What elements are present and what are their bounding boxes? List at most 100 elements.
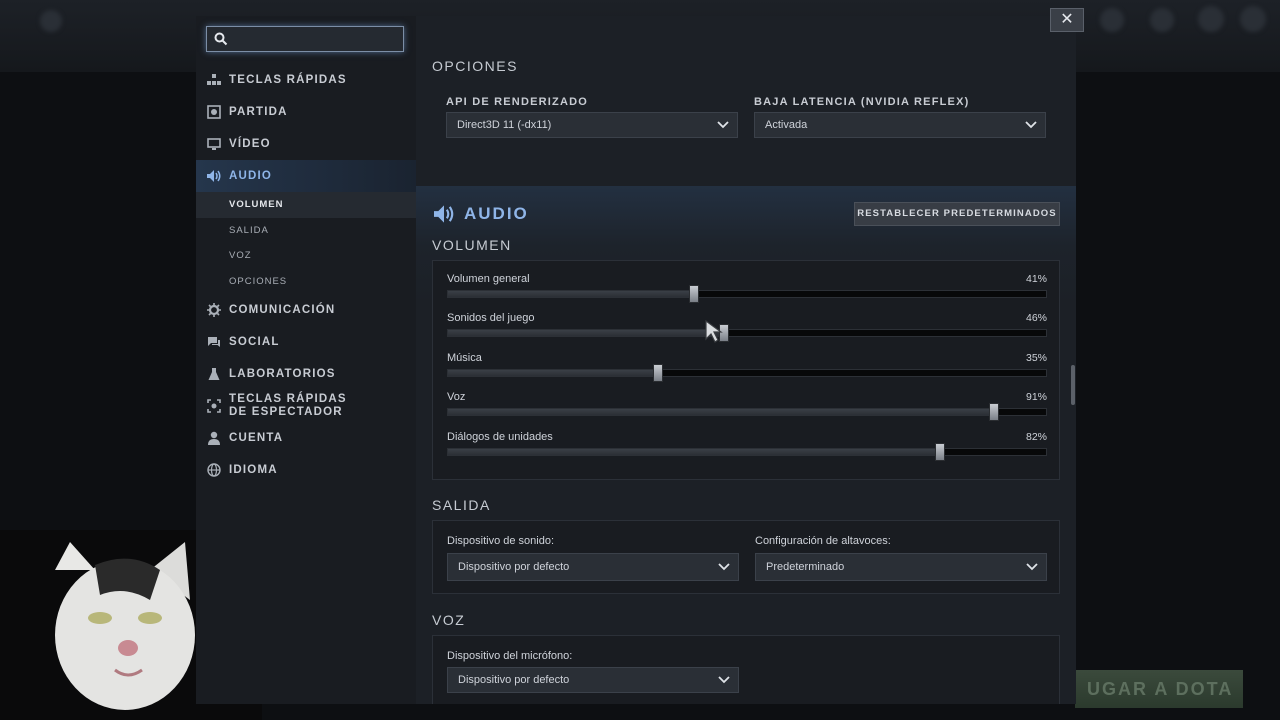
settings-content: OPCIONES API DE RENDERIZADO Direct3D 11 … xyxy=(416,16,1076,704)
content-scrollbar[interactable] xyxy=(1071,365,1075,405)
volume-section-title: VOLUMEN xyxy=(432,237,512,253)
background-icon xyxy=(1198,6,1224,32)
volume-slider-row: Sonidos del juego 46% xyxy=(447,312,1047,352)
spectator-icon xyxy=(206,398,222,414)
volume-slider-track[interactable] xyxy=(447,324,1047,343)
output-section-title: SALIDA xyxy=(432,497,491,513)
settings-sidebar: TECLAS RÁPIDAS PARTIDA VÍDEO AUDIO VOLUM… xyxy=(196,16,416,704)
nav-item-communication[interactable]: COMUNICACIÓN xyxy=(196,294,416,326)
settings-nav: TECLAS RÁPIDAS PARTIDA VÍDEO AUDIO VOLUM… xyxy=(196,64,416,486)
volume-slider-track[interactable] xyxy=(447,403,1047,422)
volume-slider-fill xyxy=(448,369,658,376)
game-icon xyxy=(206,104,222,120)
globe-icon xyxy=(206,462,222,478)
volume-slider-value: 46% xyxy=(1025,312,1047,325)
search-field[interactable] xyxy=(206,26,404,52)
sound-device-value: Dispositivo por defecto xyxy=(458,561,570,573)
chevron-down-icon xyxy=(718,676,730,684)
speaker-icon xyxy=(206,168,222,184)
nav-item-game[interactable]: PARTIDA xyxy=(196,96,416,128)
background-icon xyxy=(1100,8,1124,32)
nav-item-account[interactable]: CUENTA xyxy=(196,422,416,454)
voice-box: Dispositivo del micrófono: Dispositivo p… xyxy=(432,635,1060,704)
nav-item-label: LABORATORIOS xyxy=(229,368,336,380)
sound-device-label: Dispositivo de sonido: xyxy=(447,535,555,547)
nav-subitem-label: VOLUMEN xyxy=(229,199,284,211)
render-api-label: API DE RENDERIZADO xyxy=(446,96,588,108)
nav-item-label: IDIOMA xyxy=(229,464,278,476)
nav-subitem-label: VOZ xyxy=(229,250,252,262)
mouse-cursor-icon xyxy=(705,319,723,343)
nav-item-language[interactable]: IDIOMA xyxy=(196,454,416,486)
volume-slider-track[interactable] xyxy=(447,285,1047,303)
chevron-down-icon xyxy=(717,121,729,129)
speaker-config-label: Configuración de altavoces: xyxy=(755,535,891,547)
nav-item-label: PARTIDA xyxy=(229,106,288,118)
render-api-dropdown[interactable]: Direct3D 11 (-dx11) xyxy=(446,112,738,138)
nav-subitem-options[interactable]: OPCIONES xyxy=(196,269,416,295)
volume-slider-label: Volumen general xyxy=(447,273,530,285)
nav-item-audio[interactable]: AUDIO xyxy=(196,160,416,192)
gear-icon xyxy=(206,302,222,318)
options-section-title: OPCIONES xyxy=(432,58,518,74)
nav-subitem-label: SALIDA xyxy=(229,224,269,236)
volume-slider-handle[interactable] xyxy=(689,285,699,303)
volume-slider-label: Sonidos del juego xyxy=(447,312,535,325)
flask-icon xyxy=(206,366,222,382)
background-icon xyxy=(1240,6,1266,32)
volume-slider-handle[interactable] xyxy=(989,403,999,422)
volume-slider-handle[interactable] xyxy=(653,363,663,382)
render-api-value: Direct3D 11 (-dx11) xyxy=(457,119,552,131)
nav-item-hotkeys[interactable]: TECLAS RÁPIDAS xyxy=(196,64,416,96)
nav-subitem-label: OPCIONES xyxy=(229,275,288,287)
audio-header: AUDIO xyxy=(432,204,529,224)
background-icon xyxy=(40,10,62,32)
mic-device-dropdown[interactable]: Dispositivo por defecto xyxy=(447,667,739,693)
sound-device-dropdown[interactable]: Dispositivo por defecto xyxy=(447,553,739,581)
nav-item-social[interactable]: SOCIAL xyxy=(196,326,416,358)
volume-slider-handle[interactable] xyxy=(935,442,945,461)
speaker-config-dropdown[interactable]: Predeterminado xyxy=(755,553,1047,581)
volume-slider-label: Voz xyxy=(447,391,466,404)
close-button[interactable]: ✕ xyxy=(1050,8,1084,32)
speaker-icon xyxy=(434,205,454,223)
nav-item-label: CUENTA xyxy=(229,432,284,444)
nav-item-label: TECLAS RÁPIDAS xyxy=(229,74,347,86)
nav-item-label: AUDIO xyxy=(229,170,273,182)
nav-item-video[interactable]: VÍDEO xyxy=(196,128,416,160)
output-box: Dispositivo de sonido: Dispositivo por d… xyxy=(432,520,1060,594)
volume-slider-value: 82% xyxy=(1025,430,1047,443)
nav-subitem-voice[interactable]: VOZ xyxy=(196,243,416,269)
play-dota-button: UGAR A DOTA xyxy=(1075,670,1243,708)
volume-slider-value: 35% xyxy=(1025,351,1047,364)
chat-icon xyxy=(206,334,222,350)
mic-device-label: Dispositivo del micrófono: xyxy=(447,650,573,662)
chevron-down-icon xyxy=(718,563,730,571)
nav-item-label: COMUNICACIÓN xyxy=(229,304,336,316)
nav-subitem-volume[interactable]: VOLUMEN xyxy=(196,192,416,218)
low-latency-dropdown[interactable]: Activada xyxy=(754,112,1046,138)
nav-subitem-output[interactable]: SALIDA xyxy=(196,218,416,244)
volume-slider-row: Diálogos de unidades 82% xyxy=(447,431,1047,471)
speaker-config-value: Predeterminado xyxy=(766,561,845,573)
nav-item-label: SOCIAL xyxy=(229,336,280,348)
volume-box: Volumen general 41% Sonidos del juego 46% Mú… xyxy=(432,260,1060,480)
volume-slider-track[interactable] xyxy=(447,442,1047,461)
audio-title: AUDIO xyxy=(464,204,529,223)
volume-slider-row: Música 35% xyxy=(447,352,1047,392)
low-latency-label: BAJA LATENCIA (NVIDIA REFLEX) xyxy=(754,96,970,108)
volume-slider-value: 91% xyxy=(1025,391,1047,404)
audio-panel: AUDIO RESTABLECER PREDETERMINADOS VOLUME… xyxy=(416,186,1076,704)
nav-item-label: TECLAS RÁPIDAS DE ESPECTADOR xyxy=(229,393,347,418)
nav-item-labs[interactable]: LABORATORIOS xyxy=(196,358,416,390)
volume-slider-fill xyxy=(448,448,940,455)
volume-slider-label: Música xyxy=(447,351,482,364)
volume-slider-row: Voz 91% xyxy=(447,391,1047,431)
user-icon xyxy=(206,430,222,446)
monitor-icon xyxy=(206,136,222,152)
reset-defaults-button[interactable]: RESTABLECER PREDETERMINADOS xyxy=(854,202,1060,226)
nav-item-spectator-hotkeys[interactable]: TECLAS RÁPIDAS DE ESPECTADOR xyxy=(196,390,416,422)
volume-slider-track[interactable] xyxy=(447,363,1047,382)
voice-section-title: VOZ xyxy=(432,612,466,628)
volume-slider-row: Volumen general 41% xyxy=(447,273,1047,313)
